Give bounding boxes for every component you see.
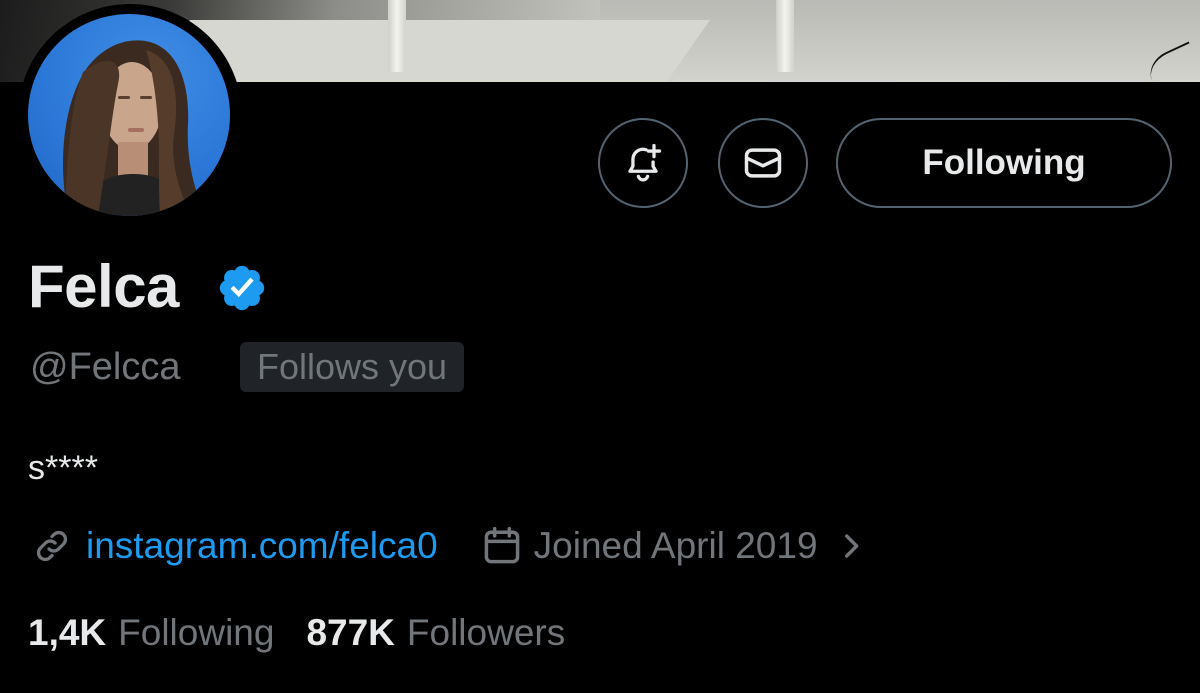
message-button[interactable]	[718, 118, 808, 208]
followers-label: Followers	[406, 612, 566, 653]
bell-plus-icon	[628, 143, 662, 182]
following-stat[interactable]: 1,4K Following	[28, 608, 274, 658]
bio: s****	[28, 449, 98, 487]
notify-button[interactable]	[598, 118, 688, 208]
profile-meta: instagram.com/felca0 Joined April 2019	[32, 522, 866, 570]
following-count: 1,4K	[28, 612, 107, 653]
chevron-right-icon[interactable]	[836, 529, 866, 563]
followers-count: 877K	[306, 612, 395, 653]
following-button[interactable]: Following	[836, 118, 1172, 208]
display-name: Felca	[28, 253, 179, 320]
envelope-icon	[744, 148, 782, 178]
avatar[interactable]	[28, 14, 230, 216]
followers-stat[interactable]: 877K Followers	[306, 608, 565, 658]
banner-cable	[1143, 41, 1200, 82]
follows-you-badge: Follows you	[240, 342, 465, 392]
banner-post	[776, 0, 794, 72]
handle: @Felcca	[30, 346, 181, 388]
profile-link[interactable]: instagram.com/felca0	[86, 522, 438, 570]
link-icon	[36, 530, 68, 562]
banner-post	[388, 0, 406, 72]
joined-date[interactable]: Joined April 2019	[534, 522, 818, 570]
calendar-icon	[484, 526, 519, 564]
following-label: Following	[118, 612, 275, 653]
verified-badge-icon[interactable]	[216, 262, 268, 314]
profile-stats: 1,4K Following 877K Followers	[28, 608, 565, 658]
